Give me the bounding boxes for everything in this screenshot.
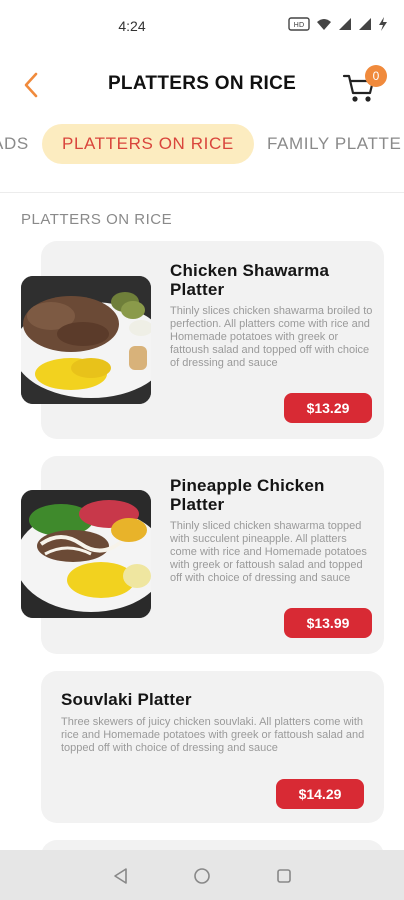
tab-family-platters[interactable]: FAMILY PLATTE <box>267 124 401 164</box>
item-name: Souvlaki Platter <box>61 690 192 709</box>
status-bar: 4:24 HD <box>0 0 404 54</box>
category-tabs: ADS PLATTERS ON RICE FAMILY PLATTE <box>0 124 404 166</box>
square-recents-icon <box>277 869 291 883</box>
nav-back-button[interactable] <box>109 864 133 888</box>
cart-button[interactable]: 0 <box>340 64 390 106</box>
tab-platters-on-rice[interactable]: PLATTERS ON RICE <box>42 124 254 164</box>
circle-home-icon <box>194 868 210 884</box>
price-button[interactable]: $13.99 <box>284 608 372 638</box>
item-description: Thinly slices chicken shawarma broiled t… <box>170 305 373 369</box>
food-image <box>21 276 151 404</box>
app-screen: 4:24 HD PLATTERS ON RICE 0 DS PLATTERS O… <box>0 0 404 900</box>
item-name: Pineapple Chicken Platter <box>170 476 325 514</box>
item-description: Thinly sliced chicken shawarma topped wi… <box>170 520 367 584</box>
wifi-icon <box>316 17 332 35</box>
section-heading: PLATTERS ON RICE <box>21 211 173 228</box>
cart-count-badge: 0 <box>365 65 387 87</box>
svg-text:HD: HD <box>294 21 305 29</box>
hd-volte-icon: HD <box>288 17 310 35</box>
signal-icon <box>338 17 352 35</box>
item-name: Chicken Shawarma Platter <box>170 261 330 299</box>
price-button[interactable]: $14.29 <box>276 779 364 809</box>
status-time: 4:24 <box>118 18 146 34</box>
nav-recents-button[interactable] <box>272 864 296 888</box>
triangle-back-icon <box>114 868 127 884</box>
divider <box>0 192 404 193</box>
app-header: PLATTERS ON RICE 0 <box>0 58 404 110</box>
price-button[interactable]: $13.29 <box>284 393 372 423</box>
nav-home-button[interactable] <box>190 864 214 888</box>
tab-ads[interactable]: ADS <box>0 124 29 164</box>
signal-icon <box>358 17 372 35</box>
status-icons: HD <box>288 17 388 35</box>
item-description: Three skewers of juicy chicken souvlaki.… <box>61 716 365 754</box>
system-navigation-bar <box>0 850 404 900</box>
food-image <box>21 490 151 618</box>
charging-icon <box>378 17 388 35</box>
